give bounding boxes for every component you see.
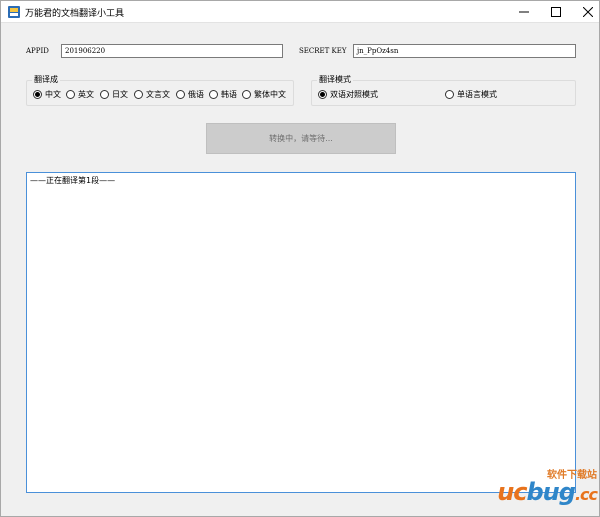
radio-lang-3[interactable]: 文言文 [134, 89, 170, 100]
radio-lang-4[interactable]: 俄语 [176, 89, 204, 100]
radio-button-icon [242, 90, 251, 99]
radio-button-icon [33, 90, 42, 99]
title-bar: 万能君的文档翻译小工具 [1, 1, 599, 23]
appid-label: APPID [26, 47, 49, 55]
radio-lang-5[interactable]: 韩语 [209, 89, 237, 100]
close-button[interactable] [571, 1, 600, 23]
secret-key-input[interactable]: jn_PpOz4sn [353, 44, 576, 58]
convert-button[interactable]: 转换中，请等待... [206, 123, 396, 154]
radio-button-icon [318, 90, 327, 99]
radio-lang-0[interactable]: 中文 [33, 89, 61, 100]
radio-lang-1[interactable]: 英文 [66, 89, 94, 100]
watermark-logo: ucbug.cc [497, 478, 598, 506]
app-window: 万能君的文档翻译小工具 APPID 201906220 SECRET KEY j… [0, 0, 600, 517]
secret-key-label: SECRET KEY [299, 47, 347, 55]
radio-button-icon [134, 90, 143, 99]
radio-mode-bilingual[interactable]: 双语对照模式 [318, 89, 378, 100]
app-icon [8, 6, 20, 18]
radio-mode-monolingual[interactable]: 单语言模式 [445, 89, 497, 100]
radio-button-icon [66, 90, 75, 99]
translate-to-title: 翻译成 [32, 74, 60, 85]
close-icon [583, 7, 593, 17]
appid-input[interactable]: 201906220 [61, 44, 283, 58]
minimize-button[interactable] [507, 1, 541, 23]
radio-lang-6[interactable]: 繁体中文 [242, 89, 286, 100]
radio-lang-2[interactable]: 日文 [100, 89, 128, 100]
radio-button-icon [209, 90, 218, 99]
radio-button-icon [445, 90, 454, 99]
maximize-icon [551, 7, 561, 17]
site-watermark: 软件下载站 ucbug.cc [469, 466, 598, 512]
minimize-icon [519, 11, 529, 13]
window-title: 万能君的文档翻译小工具 [25, 9, 125, 19]
output-textarea[interactable]: ——正在翻译第1段—— [26, 172, 576, 493]
maximize-button[interactable] [539, 1, 573, 23]
radio-button-icon [176, 90, 185, 99]
radio-button-icon [100, 90, 109, 99]
translation-mode-title: 翻译模式 [317, 74, 353, 85]
